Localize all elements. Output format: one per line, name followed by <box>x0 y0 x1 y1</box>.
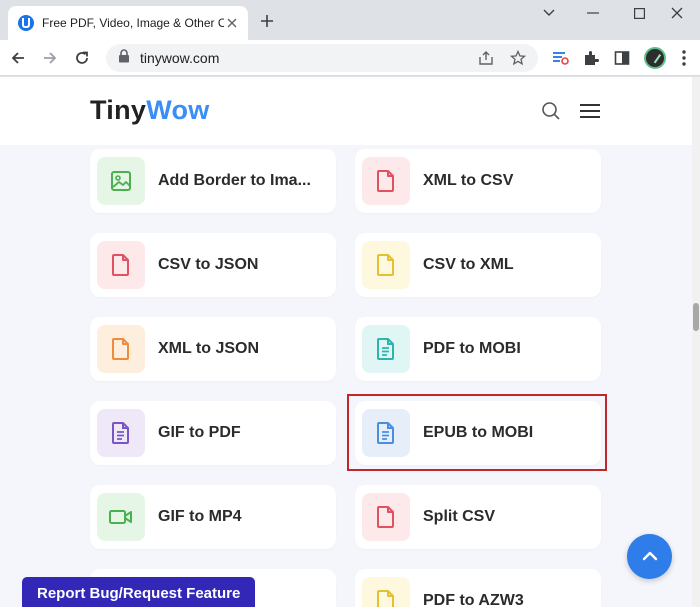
tool-icon-tile <box>97 409 145 457</box>
tool-card[interactable]: PDF to MOBI <box>355 317 601 381</box>
page-scrollbar[interactable] <box>692 77 700 607</box>
tool-label: GIF to MP4 <box>158 508 242 525</box>
bookmark-star-icon[interactable] <box>510 50 526 66</box>
chevron-down-icon[interactable] <box>526 0 572 26</box>
tool-card[interactable]: GIF to PDF <box>90 401 336 465</box>
file-icon <box>375 253 397 277</box>
tool-icon-tile <box>362 325 410 373</box>
reload-icon[interactable] <box>68 44 96 72</box>
tool-label: PDF to AZW3 <box>423 592 524 607</box>
logo-text-wow: Wow <box>146 95 210 125</box>
forward-arrow-icon[interactable] <box>36 44 64 72</box>
tool-icon-tile <box>97 493 145 541</box>
profile-avatar-icon[interactable] <box>644 47 666 69</box>
tool-card[interactable]: CSV to XML <box>355 233 601 297</box>
site-header: TinyWow <box>0 77 692 145</box>
tool-label: PDF to MOBI <box>423 340 521 357</box>
url-text[interactable]: tinywow.com <box>140 50 219 66</box>
file-icon <box>375 589 397 607</box>
tool-icon-tile <box>362 577 410 607</box>
tab-strip: Free PDF, Video, Image & Other Online To… <box>0 0 700 40</box>
browser-tab[interactable]: Free PDF, Video, Image & Other Online To… <box>8 6 248 40</box>
file-icon <box>110 337 132 361</box>
tool-card[interactable]: XML to CSV <box>355 149 601 213</box>
tool-card[interactable]: Split CSV <box>355 485 601 549</box>
tool-card[interactable]: CSV to JSON <box>90 233 336 297</box>
tool-label: XML to JSON <box>158 340 260 357</box>
extensions-puzzle-icon[interactable] <box>581 48 601 68</box>
hamburger-menu-icon[interactable] <box>578 99 602 123</box>
highlight-annotation-box <box>347 394 607 471</box>
tool-label: GIF to PDF <box>158 424 241 441</box>
tool-icon-tile <box>97 241 145 289</box>
lock-icon[interactable] <box>118 48 130 68</box>
extension-list-icon[interactable] <box>550 48 570 68</box>
file-icon <box>375 169 397 193</box>
new-tab-plus-icon[interactable] <box>255 9 279 33</box>
document-icon <box>375 337 397 361</box>
tool-icon-tile <box>97 325 145 373</box>
minimize-icon[interactable] <box>570 0 616 26</box>
tab-close-icon[interactable] <box>224 15 240 31</box>
tool-icon-tile <box>362 157 410 205</box>
tool-card[interactable]: GIF to MP4 <box>90 485 336 549</box>
logo-text-tiny: Tiny <box>90 95 147 125</box>
side-panel-icon[interactable] <box>612 48 632 68</box>
address-bar[interactable]: tinywow.com <box>106 44 538 72</box>
tool-label: Split CSV <box>423 508 496 525</box>
page-viewport: Add Border to Ima... XML to CSV CSV to J… <box>0 77 692 607</box>
video-icon <box>108 507 134 527</box>
back-arrow-icon[interactable] <box>4 44 32 72</box>
search-icon[interactable] <box>539 99 563 123</box>
file-icon <box>110 253 132 277</box>
image-icon <box>110 170 132 192</box>
file-icon <box>375 505 397 529</box>
tool-label: Add Border to Ima... <box>158 172 311 189</box>
tinywow-logo[interactable]: TinyWow <box>90 95 210 126</box>
tool-icon-tile <box>362 493 410 541</box>
chevron-up-icon <box>642 548 658 566</box>
tool-card[interactable]: XML to JSON <box>90 317 336 381</box>
tool-card[interactable]: Add Border to Ima... <box>90 149 336 213</box>
window-close-icon[interactable] <box>654 0 700 26</box>
browser-toolbar: tinywow.com <box>0 40 700 76</box>
report-bug-button[interactable]: Report Bug/Request Feature <box>22 577 256 607</box>
tool-label: CSV to JSON <box>158 256 259 273</box>
document-icon <box>110 421 132 445</box>
scrollbar-thumb[interactable] <box>693 303 699 331</box>
more-vert-icon[interactable] <box>674 48 694 68</box>
tinywow-favicon-icon <box>18 15 34 31</box>
tool-label: CSV to XML <box>423 256 514 273</box>
share-icon[interactable] <box>478 50 494 66</box>
tool-card[interactable]: PDF to AZW3 <box>355 569 601 607</box>
tool-icon-tile <box>97 157 145 205</box>
scroll-to-top-button[interactable] <box>627 534 672 579</box>
tool-label: XML to CSV <box>423 172 514 189</box>
tool-icon-tile <box>362 241 410 289</box>
tab-title: Free PDF, Video, Image & Other Online To… <box>42 16 224 30</box>
